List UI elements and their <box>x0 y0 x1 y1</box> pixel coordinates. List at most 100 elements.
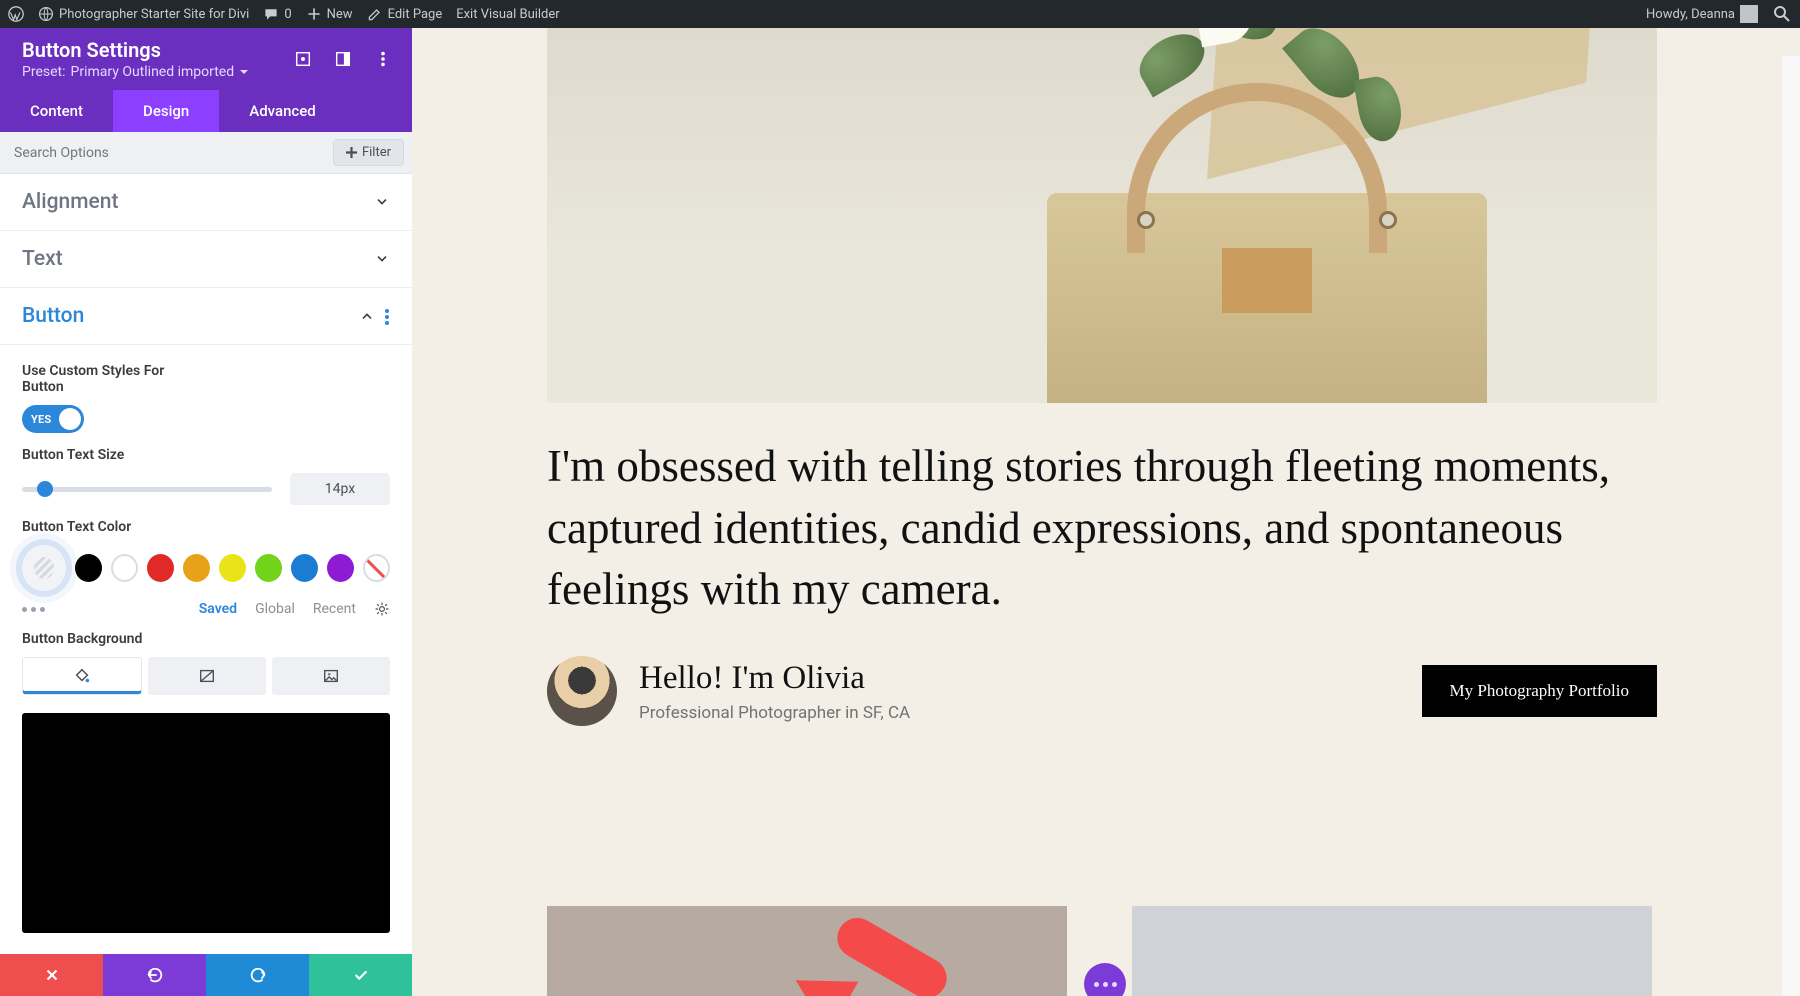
howdy-user[interactable]: Howdy, Deanna <box>1646 5 1758 23</box>
gallery-image-2 <box>1132 906 1652 996</box>
image-icon <box>322 667 340 685</box>
search-row: Filter <box>0 132 412 174</box>
swatch-red[interactable] <box>147 554 174 582</box>
author-row: Hello! I'm Olivia Professional Photograp… <box>547 656 1657 726</box>
check-icon <box>352 966 370 984</box>
close-icon <box>43 966 61 984</box>
gradient-icon <box>198 667 216 685</box>
section-button[interactable]: Button <box>0 288 412 345</box>
text-size-value[interactable]: 14px <box>290 473 390 505</box>
bg-tab-gradient[interactable] <box>148 657 266 695</box>
section-button-title: Button <box>22 304 84 328</box>
swatch-white[interactable] <box>111 554 138 582</box>
undo-button[interactable] <box>103 954 206 996</box>
bg-tab-image[interactable] <box>272 657 390 695</box>
caret-down-icon <box>239 67 249 77</box>
swatch-green[interactable] <box>255 554 282 582</box>
background-label: Button Background <box>22 631 390 647</box>
tab-content[interactable]: Content <box>0 90 113 132</box>
swatch-current[interactable] <box>22 545 66 591</box>
section-options-icon[interactable] <box>385 307 390 325</box>
page-preview[interactable]: I'm obsessed with telling stories throug… <box>412 28 1800 996</box>
comments-link[interactable]: 0 <box>263 6 291 22</box>
comments-count: 0 <box>284 7 291 22</box>
background-tabs <box>22 657 390 695</box>
edit-page-label: Edit Page <box>388 7 443 22</box>
swatch-purple[interactable] <box>327 554 354 582</box>
preset-name: Primary Outlined imported <box>71 64 235 80</box>
section-alignment[interactable]: Alignment <box>0 174 412 231</box>
tab-design[interactable]: Design <box>113 90 219 132</box>
swatch-black[interactable] <box>75 554 102 582</box>
paint-icon <box>73 667 91 685</box>
author-avatar <box>547 656 617 726</box>
hero-image <box>547 28 1657 403</box>
section-button-body: Use Custom Styles For Button YES Button … <box>0 345 412 951</box>
settings-title: Button Settings <box>22 38 249 62</box>
howdy-text: Howdy, Deanna <box>1646 7 1735 22</box>
palette-recent[interactable]: Recent <box>313 601 356 617</box>
site-name-link[interactable]: Photographer Starter Site for Divi <box>38 6 249 22</box>
text-size-label: Button Text Size <box>22 447 390 463</box>
custom-styles-toggle[interactable]: YES <box>22 405 84 433</box>
filter-label: Filter <box>362 145 391 160</box>
preset-prefix: Preset: <box>22 64 66 80</box>
palette-saved[interactable]: Saved <box>199 601 237 617</box>
chevron-down-icon <box>374 194 390 210</box>
palette-settings-icon[interactable] <box>374 601 390 617</box>
plus-icon <box>346 147 357 158</box>
undo-icon <box>146 966 164 984</box>
palette-global[interactable]: Global <box>255 601 295 617</box>
filter-button[interactable]: Filter <box>333 139 404 166</box>
more-swatches-icon[interactable] <box>22 607 45 612</box>
more-icon[interactable] <box>374 50 392 68</box>
wp-admin-bar: Photographer Starter Site for Divi 0 New… <box>0 0 1800 28</box>
gallery-image-1 <box>547 906 1067 996</box>
new-link[interactable]: New <box>306 6 353 22</box>
portfolio-button[interactable]: My Photography Portfolio <box>1422 665 1657 717</box>
save-button[interactable] <box>309 954 412 996</box>
cancel-button[interactable] <box>0 954 103 996</box>
swatch-none[interactable] <box>363 554 390 582</box>
toggle-knob <box>59 408 81 430</box>
custom-styles-label: Use Custom Styles For Button <box>22 363 192 395</box>
search-input[interactable] <box>0 135 325 171</box>
exit-builder-label: Exit Visual Builder <box>456 7 559 22</box>
section-alignment-title: Alignment <box>22 190 118 214</box>
redo-button[interactable] <box>206 954 309 996</box>
user-avatar-icon <box>1740 5 1758 23</box>
edit-page-link[interactable]: Edit Page <box>367 6 443 22</box>
tab-advanced[interactable]: Advanced <box>219 90 345 132</box>
admin-search-icon[interactable] <box>1772 4 1792 24</box>
preset-selector[interactable]: Preset: Primary Outlined imported <box>22 64 249 80</box>
settings-tabs: Content Design Advanced <box>0 90 412 132</box>
chevron-down-icon <box>374 251 390 267</box>
text-color-label: Button Text Color <box>22 519 390 535</box>
author-role: Professional Photographer in SF, CA <box>639 703 910 723</box>
section-text-title: Text <box>22 247 63 271</box>
footer-actions <box>0 954 412 996</box>
expand-icon[interactable] <box>294 50 312 68</box>
settings-sidebar: Button Settings Preset: Primary Outlined… <box>0 28 412 996</box>
color-swatches <box>22 545 390 591</box>
toggle-yes-label: YES <box>31 413 51 426</box>
text-size-slider[interactable] <box>22 487 272 492</box>
new-label: New <box>327 7 353 22</box>
bg-tab-color[interactable] <box>22 657 142 695</box>
swatch-orange[interactable] <box>183 554 210 582</box>
hero-heading: I'm obsessed with telling stories throug… <box>547 436 1657 621</box>
slider-thumb[interactable] <box>37 481 53 497</box>
dock-icon[interactable] <box>334 50 352 68</box>
section-text[interactable]: Text <box>0 231 412 288</box>
chevron-up-icon <box>359 308 375 324</box>
redo-icon <box>249 966 267 984</box>
sidebar-header: Button Settings Preset: Primary Outlined… <box>0 28 412 90</box>
palette-tabs: Saved Global Recent <box>199 601 390 617</box>
wp-logo-icon[interactable] <box>8 6 24 22</box>
swatch-blue[interactable] <box>291 554 318 582</box>
exit-builder-link[interactable]: Exit Visual Builder <box>456 7 559 22</box>
module-options-fab[interactable] <box>1084 963 1126 996</box>
author-greeting: Hello! I'm Olivia <box>639 660 910 697</box>
swatch-yellow[interactable] <box>219 554 246 582</box>
background-preview[interactable] <box>22 713 390 933</box>
